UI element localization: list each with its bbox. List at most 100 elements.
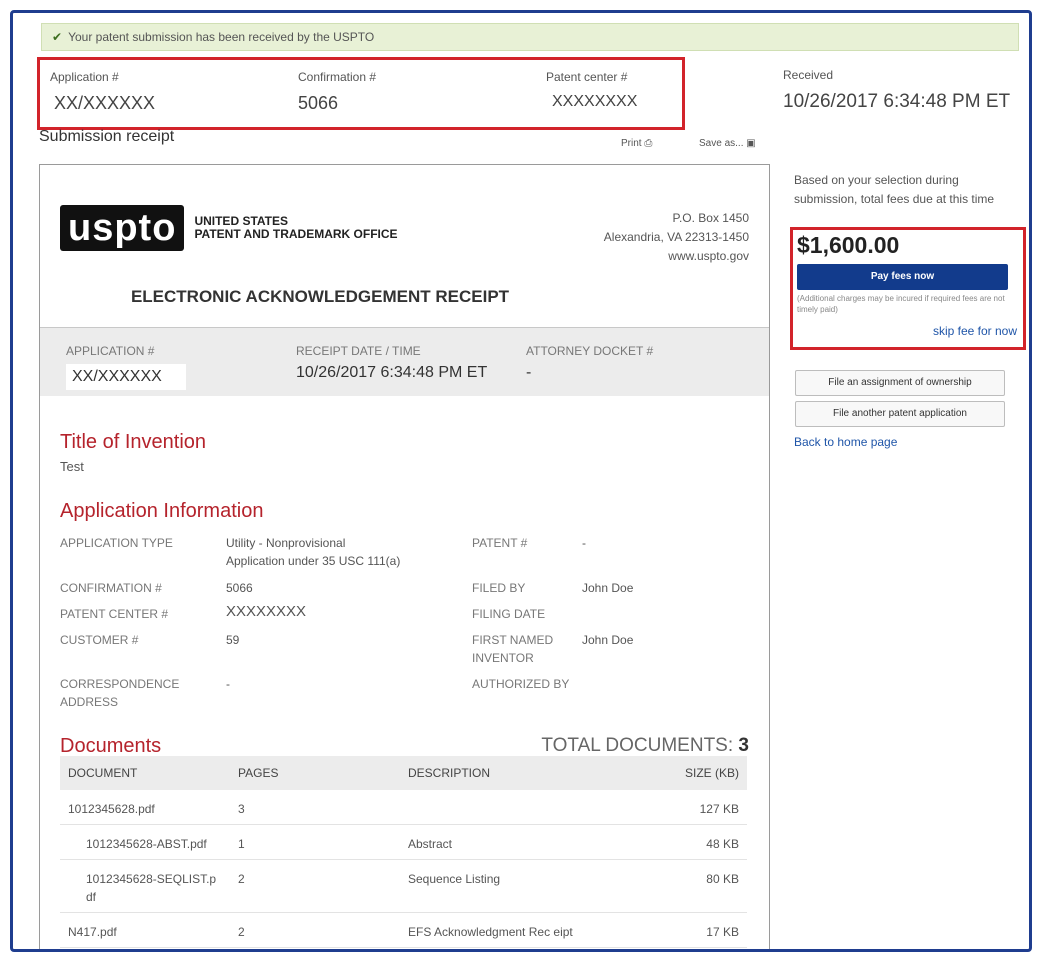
- address-line-2: Alexandria, VA 22313-1450: [603, 230, 749, 244]
- document-name[interactable]: 1012345628-ABST.pdf: [60, 824, 230, 860]
- submission-receipt-title: Submission receipt: [39, 128, 175, 145]
- confirmation-value: 5066: [226, 581, 253, 595]
- column-header-pages: PAGES: [230, 756, 400, 790]
- uspto-logo-mark: uspto: [60, 205, 185, 251]
- application-type-value: Utility - Nonprovisional Application und…: [226, 534, 400, 570]
- file-another-application-button[interactable]: File another patent application: [795, 401, 1005, 427]
- logo-line-2: PATENT AND TRADEMARK OFFICE: [194, 227, 398, 241]
- band-date-value: 10/26/2017 6:34:48 PM ET: [296, 364, 488, 381]
- documents-table: DOCUMENT PAGES DESCRIPTION SIZE (KB) 101…: [60, 756, 747, 948]
- back-to-home-link[interactable]: Back to home page: [794, 435, 897, 449]
- correspondence-label-line-2: ADDRESS: [60, 695, 119, 709]
- band-application-label: APPLICATION #: [66, 344, 155, 358]
- application-value: XX/XXXXXX: [54, 93, 156, 113]
- first-named-inventor-label-line-2: INVENTOR: [472, 651, 534, 665]
- document-size: 48 KB: [640, 824, 747, 860]
- fee-amount: $1,600.00: [797, 232, 900, 258]
- patent-center-label: PATENT CENTER #: [60, 607, 169, 621]
- column-header-size: SIZE (KB): [640, 756, 747, 790]
- uspto-logo-text: UNITED STATES PATENT AND TRADEMARK OFFIC…: [194, 215, 397, 241]
- table-row: 1012345628-ABST.pdf 1 Abstract 48 KB: [60, 824, 747, 860]
- save-as-label: Save as...: [699, 138, 744, 149]
- printer-icon: ⎙: [644, 138, 653, 149]
- patent-center-id-group: Patent center # XXXXXXXX: [546, 70, 637, 111]
- save-as-link[interactable]: Save as... ▣: [699, 138, 756, 149]
- fees-due-text: Based on your selection during submissio…: [794, 173, 995, 206]
- application-type-value-line-1: Utility - Nonprovisional: [226, 536, 346, 550]
- document-size: 80 KB: [640, 859, 747, 913]
- band-application-value: XX/XXXXXX: [66, 364, 186, 390]
- received-group: Received 10/26/2017 6:34:48 PM ET: [783, 68, 1010, 113]
- band-receipt-date: RECEIPT DATE / TIME 10/26/2017 6:34:48 P…: [296, 344, 487, 382]
- filing-date-label: FILING DATE: [472, 607, 546, 621]
- patent-number-value: -: [582, 536, 586, 550]
- document-name[interactable]: 1012345628.pdf: [60, 790, 230, 825]
- fee-highlight-box: $1,600.00 Pay fees now (Additional charg…: [790, 227, 1026, 350]
- receipt-summary-band: APPLICATION # XX/XXXXXX RECEIPT DATE / T…: [40, 327, 769, 396]
- band-docket-label: ATTORNEY DOCKET #: [526, 344, 654, 358]
- pay-fees-button[interactable]: Pay fees now: [797, 264, 1008, 290]
- filed-by-label: FILED BY: [472, 581, 526, 595]
- id-highlight-box: Application # XX/XXXXXX Confirmation # 5…: [37, 57, 685, 130]
- correspondence-address-label: CORRESPONDENCE ADDRESS: [60, 675, 179, 711]
- first-named-inventor-label-line-1: FIRST NAMED: [472, 633, 554, 647]
- total-documents-value: 3: [738, 735, 749, 756]
- band-attorney-docket: ATTORNEY DOCKET # -: [526, 344, 653, 382]
- uspto-address: P.O. Box 1450 Alexandria, VA 22313-1450 …: [604, 209, 749, 266]
- document-size: 127 KB: [640, 790, 747, 825]
- documents-table-header: DOCUMENT PAGES DESCRIPTION SIZE (KB): [60, 756, 747, 790]
- table-row: 1012345628-SEQLIST.p df 2 Sequence Listi…: [60, 859, 747, 913]
- document-description: EFS Acknowledgment Rec eipt: [400, 912, 640, 948]
- patent-number-label: PATENT #: [472, 536, 528, 550]
- check-icon: ✔: [52, 30, 63, 44]
- application-label: Application #: [50, 70, 119, 84]
- customer-label: CUSTOMER #: [60, 633, 139, 647]
- document-pages: 1: [230, 824, 400, 860]
- receipt-panel: uspto UNITED STATES PATENT AND TRADEMARK…: [39, 164, 770, 949]
- address-line-1: P.O. Box 1450: [672, 211, 750, 225]
- acknowledgement-title: ELECTRONIC ACKNOWLEDGEMENT RECEIPT: [130, 287, 510, 306]
- document-name[interactable]: N417.pdf: [60, 912, 230, 948]
- address-line-3: www.uspto.gov: [668, 249, 749, 263]
- first-named-inventor-value: John Doe: [582, 633, 634, 647]
- confirmation-label: Confirmation #: [298, 70, 377, 84]
- print-label: Print: [621, 138, 642, 149]
- received-value: 10/26/2017 6:34:48 PM ET: [783, 91, 1011, 112]
- total-documents: TOTAL DOCUMENTS: 3: [541, 735, 749, 757]
- success-banner: ✔ Your patent submission has been receiv…: [41, 23, 1019, 51]
- fee-note: (Additional charges may be incured if re…: [797, 294, 1005, 314]
- application-id-group: Application # XX/XXXXXX: [50, 70, 155, 114]
- document-pages: 3: [230, 790, 400, 825]
- authorized-by-label: AUTHORIZED BY: [472, 677, 570, 691]
- patent-center-value: XXXXXXXX: [226, 603, 307, 620]
- print-link[interactable]: Print ⎙: [621, 138, 652, 149]
- document-pages: 2: [230, 912, 400, 948]
- first-named-inventor-label: FIRST NAMED INVENTOR: [472, 631, 553, 667]
- band-application: APPLICATION # XX/XXXXXX: [66, 344, 186, 390]
- correspondence-label-line-1: CORRESPONDENCE: [60, 677, 180, 691]
- document-pages: 2: [230, 859, 400, 913]
- skip-fee-link[interactable]: skip fee for now: [933, 324, 1017, 338]
- confirmation-value: 5066: [298, 93, 339, 113]
- customer-value: 59: [226, 633, 240, 647]
- correspondence-address-value: -: [226, 677, 230, 691]
- column-header-description: DESCRIPTION: [400, 756, 640, 790]
- patent-center-label: Patent center #: [546, 70, 628, 84]
- application-information-heading: Application Information: [60, 500, 264, 522]
- confirmation-label: CONFIRMATION #: [60, 581, 162, 595]
- column-header-document: DOCUMENT: [60, 756, 230, 790]
- application-type-label: APPLICATION TYPE: [60, 536, 173, 550]
- table-row: 1012345628.pdf 3 127 KB: [60, 790, 747, 825]
- document-description: Sequence Listing: [400, 859, 640, 913]
- success-banner-text: Your patent submission has been received…: [68, 30, 375, 44]
- uspto-logo: uspto UNITED STATES PATENT AND TRADEMARK…: [60, 205, 398, 251]
- received-label: Received: [783, 68, 834, 82]
- document-description: Abstract: [400, 824, 640, 860]
- patent-center-value: XXXXXXXX: [552, 93, 638, 110]
- total-documents-label: TOTAL DOCUMENTS:: [541, 735, 734, 756]
- file-assignment-button[interactable]: File an assignment of ownership: [795, 370, 1005, 396]
- title-of-invention-heading: Title of Invention: [60, 431, 207, 453]
- save-icon: ▣: [746, 138, 756, 149]
- document-name[interactable]: 1012345628-SEQLIST.p df: [60, 859, 230, 913]
- application-type-value-line-2: Application under 35 USC 111(a): [226, 554, 401, 568]
